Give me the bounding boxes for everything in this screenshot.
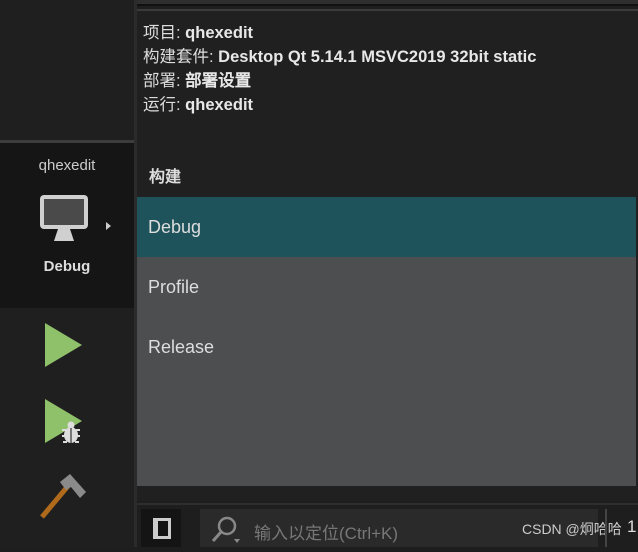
chevron-right-icon (106, 222, 111, 230)
top-strip (137, 0, 638, 6)
status-bar: 输入以定位(Ctrl+K) CSDN @炯哈哈 1 (137, 503, 638, 547)
kit-config-name: Debug (43, 258, 91, 275)
play-bug-icon[interactable] (44, 398, 88, 446)
locator-placeholder: 输入以定位(Ctrl+K) (254, 524, 399, 543)
kit-project-name: qhexedit (38, 157, 96, 174)
build-heading: 构建 (149, 169, 182, 186)
info-run: 运行: qhexedit (143, 96, 254, 114)
output-pane-number[interactable]: 1 (627, 517, 636, 537)
build-config-profile[interactable]: Profile (137, 257, 636, 317)
search-icon (211, 516, 240, 543)
build-config-list: Debug Profile Release (137, 197, 636, 486)
hammer-icon[interactable] (38, 472, 90, 520)
target-selector-panel: 项目: qhexedit 构建套件: Desktop Qt 5.14.1 MSV… (137, 9, 638, 501)
info-deploy: 部署: 部署设置 (143, 72, 252, 90)
build-config-release[interactable]: Release (137, 317, 636, 377)
play-icon[interactable] (44, 322, 84, 368)
info-kit: 构建套件: Desktop Qt 5.14.1 MSVC2019 32bit s… (143, 48, 537, 66)
mode-sidebar: qhexedit Debug (0, 0, 134, 547)
monitor-icon (40, 195, 88, 241)
build-config-debug[interactable]: Debug (137, 197, 636, 257)
kit-selector[interactable]: qhexedit Debug (0, 143, 134, 308)
divider (605, 509, 607, 547)
sidebar-toggle-icon (153, 518, 171, 539)
toggle-sidebar-button[interactable] (141, 509, 181, 547)
info-project: 项目: qhexedit (143, 24, 254, 42)
